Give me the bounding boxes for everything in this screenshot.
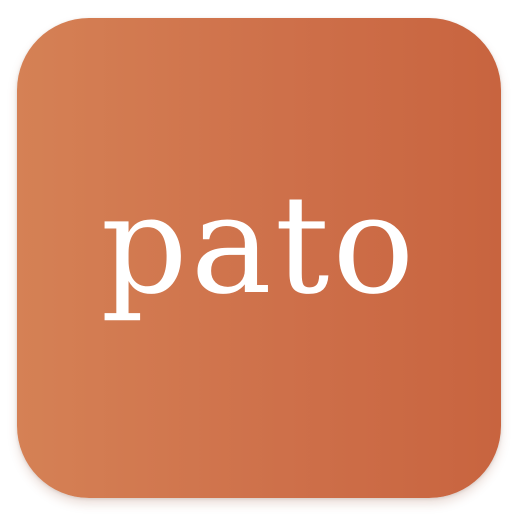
app-wordmark: pato — [100, 167, 418, 325]
app-icon-pato[interactable]: pato — [17, 18, 501, 498]
icon-canvas: pato — [0, 0, 518, 516]
